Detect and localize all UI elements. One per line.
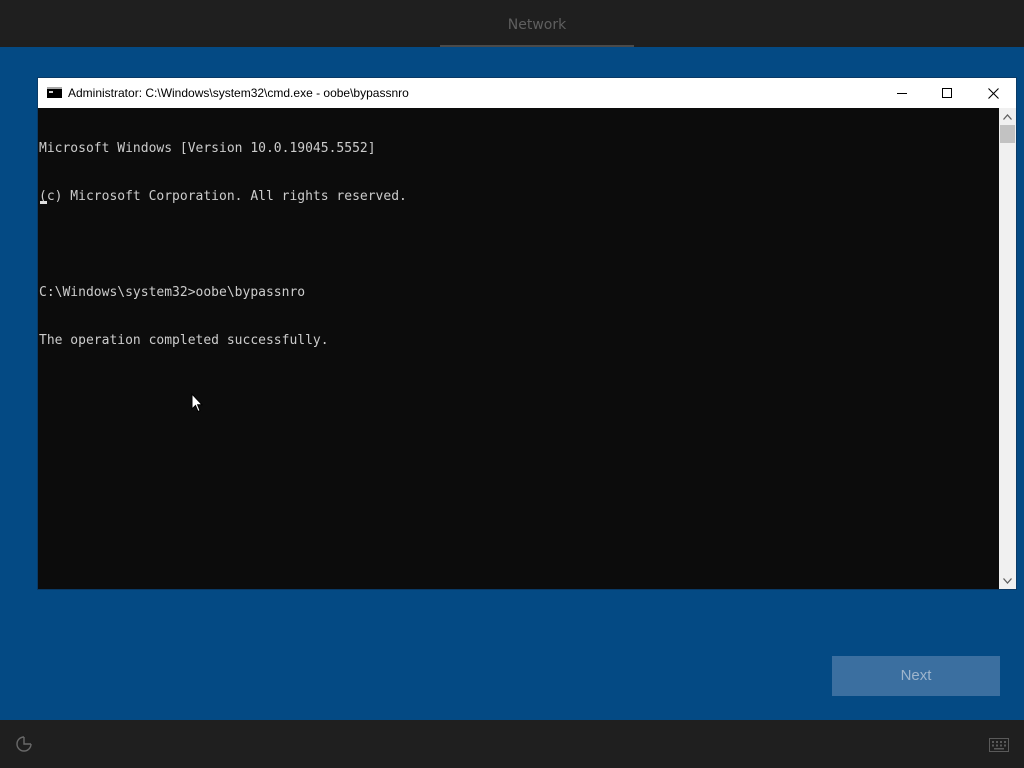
mouse-pointer-icon <box>191 393 203 413</box>
chevron-up-icon <box>1003 113 1012 120</box>
oobe-footer <box>0 720 1024 768</box>
oobe-header: Network <box>0 0 1024 47</box>
maximize-icon <box>942 88 952 98</box>
console-line: C:\Windows\system32>oobe\bypassnro <box>39 285 306 300</box>
step-tab-network: Network <box>507 17 567 33</box>
console-line: Microsoft Windows [Version 10.0.19045.55… <box>39 141 376 156</box>
keyboard-icon[interactable] <box>989 738 1009 752</box>
console-line: The operation completed successfully. <box>39 333 329 348</box>
cmd-titlebar[interactable]: Administrator: C:\Windows\system32\cmd.e… <box>38 78 1016 108</box>
minimize-icon <box>897 93 907 94</box>
close-icon <box>987 87 999 99</box>
scrollbar-thumb[interactable] <box>1000 125 1015 143</box>
cmd-window-title: Administrator: C:\Windows\system32\cmd.e… <box>68 86 409 100</box>
cmd-window[interactable]: Administrator: C:\Windows\system32\cmd.e… <box>38 78 1016 589</box>
cmd-console[interactable]: Microsoft Windows [Version 10.0.19045.55… <box>38 108 999 589</box>
scroll-up-button[interactable] <box>999 108 1016 125</box>
minimize-button[interactable] <box>879 78 925 108</box>
vertical-scrollbar[interactable] <box>999 108 1016 589</box>
close-button[interactable] <box>970 78 1016 108</box>
console-caret <box>40 201 47 204</box>
console-output: Microsoft Windows [Version 10.0.19045.55… <box>39 109 407 381</box>
maximize-button[interactable] <box>924 78 970 108</box>
chevron-down-icon <box>1003 577 1012 584</box>
accessibility-icon[interactable] <box>14 734 34 754</box>
scroll-down-button[interactable] <box>999 572 1016 589</box>
cmd-app-icon[interactable] <box>47 87 62 98</box>
console-line: (c) Microsoft Corporation. All rights re… <box>39 189 407 204</box>
step-tab-underline <box>440 45 634 47</box>
next-button[interactable]: Next <box>832 656 1000 696</box>
